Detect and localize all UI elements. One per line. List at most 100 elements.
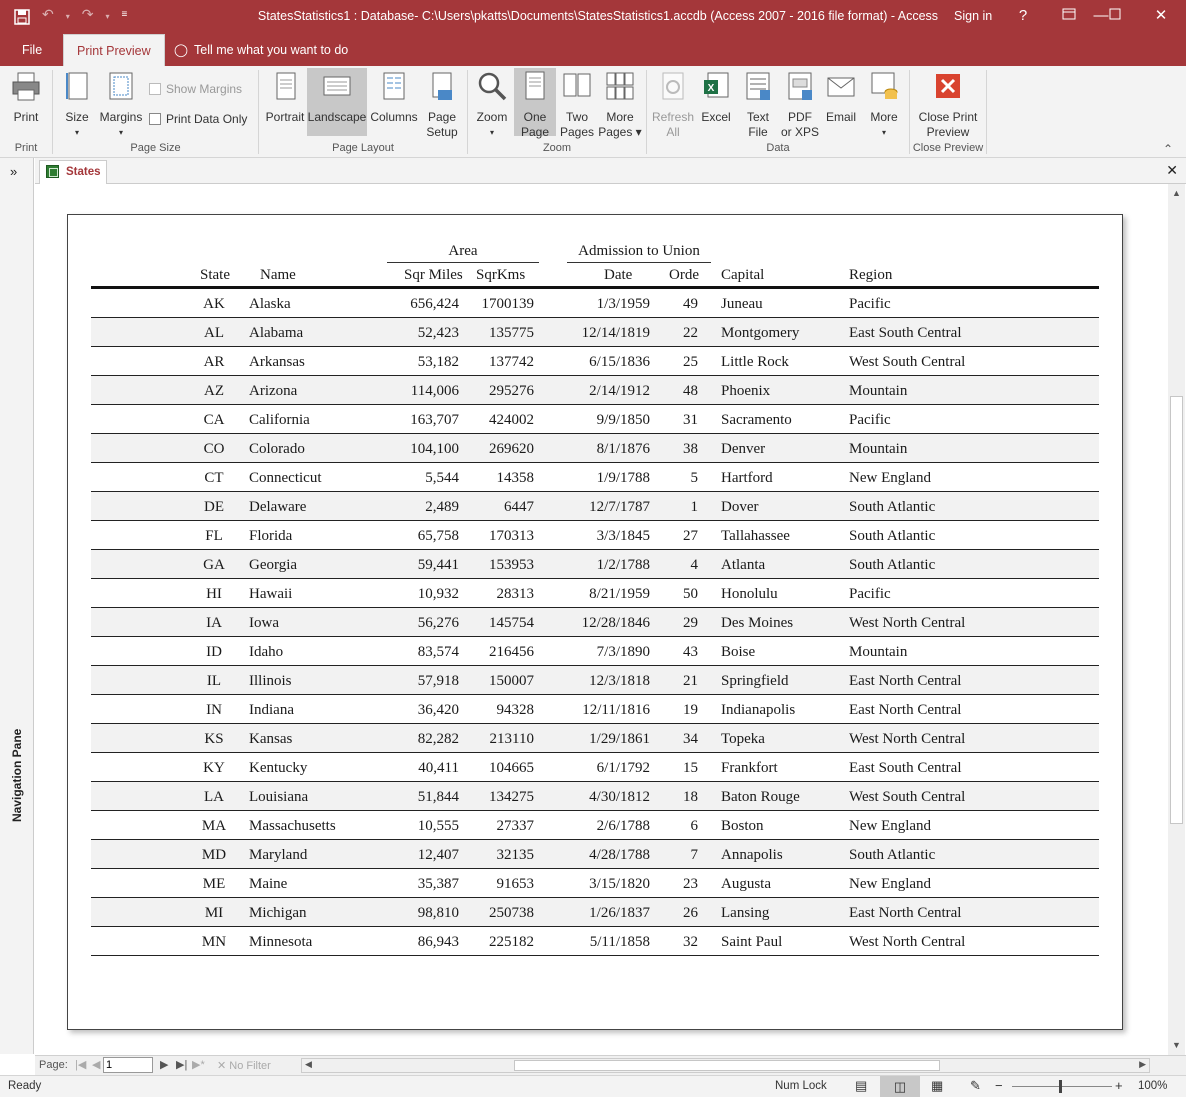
zoom-in-icon[interactable]: + [1115, 1078, 1123, 1093]
column-header-order: Orde [669, 267, 699, 283]
scroll-down-icon[interactable]: ▼ [1172, 1040, 1181, 1050]
scroll-left-icon[interactable]: ◀ [305, 1059, 312, 1070]
navigation-pane[interactable]: » Navigation Pane [0, 158, 34, 1054]
zoom-slider[interactable] [1012, 1086, 1112, 1087]
landscape-button[interactable]: Landscape [307, 68, 367, 136]
group-label-close-preview: Close Preview [912, 142, 984, 154]
region-cell: Pacific [849, 412, 891, 428]
date-cell: 1/9/1788 [596, 470, 650, 486]
sqr-miles-cell: 56,276 [417, 615, 459, 631]
page-setup-button[interactable]: Page Setup [421, 70, 463, 140]
name-cell: Minnesota [249, 934, 313, 950]
page-number-input[interactable] [103, 1057, 153, 1073]
table-row: KY Kentucky 40,411 104665 6/1/1792 15 Frankfor… [91, 753, 1099, 782]
sqr-miles-cell: 83,574 [417, 644, 459, 660]
date-cell: 1/2/1788 [596, 557, 650, 573]
one-page-button[interactable]: One Page [514, 68, 556, 139]
tab-states[interactable]: States [39, 160, 107, 184]
zoom-level[interactable]: 100% [1138, 1080, 1167, 1092]
scroll-up-icon[interactable]: ▲ [1172, 188, 1181, 198]
expand-chevron-icon[interactable]: » [10, 164, 17, 179]
print-preview-area[interactable]: Area Admission to Union State Name Sqr M… [35, 184, 1168, 1055]
page-setup-icon [432, 72, 452, 100]
vertical-scrollbar[interactable]: ▲ ▼ [1168, 184, 1185, 1055]
margins-button[interactable]: Margins ▾ [98, 70, 144, 140]
status-bar: Ready Num Lock ▤ ◫ ▦ ✎ − + 100% [0, 1075, 1186, 1097]
sqr-kms-cell: 91653 [496, 876, 535, 892]
state-cell: IN [206, 702, 222, 718]
vertical-scroll-thumb[interactable] [1170, 396, 1183, 824]
sqr-miles-cell: 82,282 [417, 731, 459, 747]
tell-me-text: Tell me what you want to do [194, 43, 349, 57]
region-cell: New England [849, 876, 932, 892]
state-cell: KS [204, 731, 224, 747]
sqr-kms-cell: 104665 [489, 760, 534, 776]
report-view-icon[interactable]: ▤ [855, 1078, 867, 1094]
close-document-icon[interactable]: ✕ [1166, 162, 1178, 179]
more-export-button[interactable]: More ▾ [864, 70, 904, 140]
sqr-miles-cell: 12,407 [417, 847, 459, 863]
collapse-ribbon-icon[interactable]: ⌃ [1163, 142, 1173, 156]
ribbon-display-options-icon[interactable] [1054, 4, 1084, 28]
size-button[interactable]: Size ▾ [58, 70, 96, 140]
order-cell: 6 [690, 818, 699, 834]
sqr-kms-cell: 295276 [489, 383, 534, 399]
print-preview-view-icon[interactable]: ◫ [880, 1076, 920, 1097]
previous-page-icon[interactable]: ◀ [92, 1058, 100, 1071]
pdf-xps-export-button[interactable]: PDF or XPS [780, 70, 820, 140]
zoom-slider-thumb[interactable] [1059, 1080, 1062, 1093]
sqr-miles-cell: 51,844 [417, 789, 459, 805]
table-row: MN Minnesota 86,943 225182 5/11/1858 32 Saint … [91, 927, 1099, 956]
last-page-icon[interactable]: ▶| [176, 1058, 187, 1071]
report-page: Area Admission to Union State Name Sqr M… [67, 214, 1123, 1030]
close-print-preview-button[interactable]: Close Print Preview [914, 70, 982, 140]
num-lock-indicator: Num Lock [775, 1080, 827, 1092]
more-pages-icon [606, 72, 634, 100]
region-cell: West North Central [849, 934, 966, 950]
group-header-area: Area [387, 243, 539, 263]
sqr-kms-cell: 150007 [489, 673, 534, 689]
close-window-button[interactable]: ✕ [1146, 4, 1176, 28]
tab-print-preview[interactable]: Print Preview [63, 34, 165, 66]
state-cell: ME [202, 876, 226, 892]
state-cell: MD [201, 847, 227, 863]
portrait-button[interactable]: Portrait [263, 70, 307, 125]
order-cell: 26 [683, 905, 698, 921]
first-page-icon[interactable]: |◀ [75, 1058, 86, 1071]
design-view-icon[interactable]: ✎ [970, 1078, 981, 1094]
refresh-all-button[interactable]: Refresh All [651, 70, 695, 140]
help-button[interactable]: ? [1008, 4, 1038, 28]
maximize-button[interactable] [1100, 4, 1130, 28]
columns-button[interactable]: Columns [368, 70, 420, 125]
more-pages-button[interactable]: More Pages ▾ [598, 70, 642, 140]
group-separator [986, 70, 987, 154]
table-row: CA California 163,707 424002 9/9/1850 31 Sacra… [91, 405, 1099, 434]
state-cell: MN [201, 934, 227, 950]
sqr-miles-cell: 65,758 [417, 528, 459, 544]
excel-export-button[interactable]: X Excel [697, 70, 735, 125]
next-page-icon[interactable]: ▶ [160, 1058, 168, 1071]
two-pages-button[interactable]: Two Pages [557, 70, 597, 140]
text-file-export-button[interactable]: Text File [738, 70, 778, 140]
email-button[interactable]: Email [822, 70, 860, 125]
region-cell: Pacific [849, 296, 891, 312]
scroll-right-icon[interactable]: ▶ [1139, 1059, 1146, 1070]
print-data-only-checkbox[interactable]: Print Data Only [149, 112, 247, 126]
horizontal-scrollbar[interactable]: ◀ ▶ [301, 1058, 1150, 1073]
sign-in-link[interactable]: Sign in [954, 9, 992, 23]
print-button[interactable]: Print [6, 70, 46, 125]
filter-indicator[interactable]: ✕ No Filter [217, 1059, 271, 1072]
region-cell: Pacific [849, 586, 891, 602]
close-red-x-icon [936, 74, 960, 98]
document-tab-bar: States ✕ [35, 158, 1186, 184]
tab-file[interactable]: File [22, 34, 42, 66]
show-margins-checkbox[interactable]: Show Margins [149, 82, 242, 96]
zoom-out-icon[interactable]: − [995, 1078, 1003, 1093]
state-cell: AK [203, 296, 225, 312]
layout-view-icon[interactable]: ▦ [931, 1078, 943, 1094]
tell-me-box[interactable]: ◯ Tell me what you want to do [174, 34, 348, 66]
table-row: GA Georgia 59,441 153953 1/2/1788 4 Atlanta Sou… [91, 550, 1099, 579]
one-page-icon [525, 71, 545, 100]
zoom-button[interactable]: Zoom ▾ [472, 70, 512, 140]
horizontal-scroll-thumb[interactable] [514, 1060, 940, 1071]
